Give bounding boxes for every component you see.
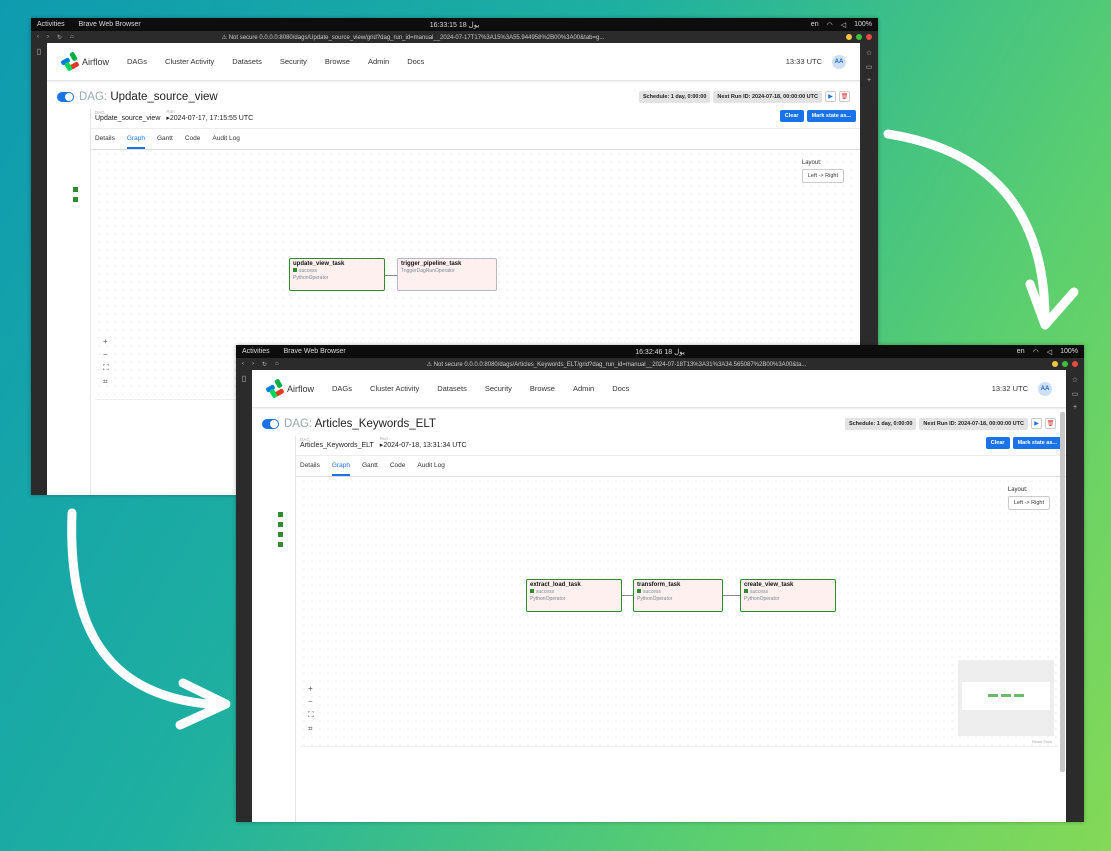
arrow-left-curve xyxy=(67,508,227,710)
arrow-right-head xyxy=(1025,279,1079,330)
arrow-right-curve xyxy=(883,129,1050,325)
arrows-overlay xyxy=(67,129,1079,730)
